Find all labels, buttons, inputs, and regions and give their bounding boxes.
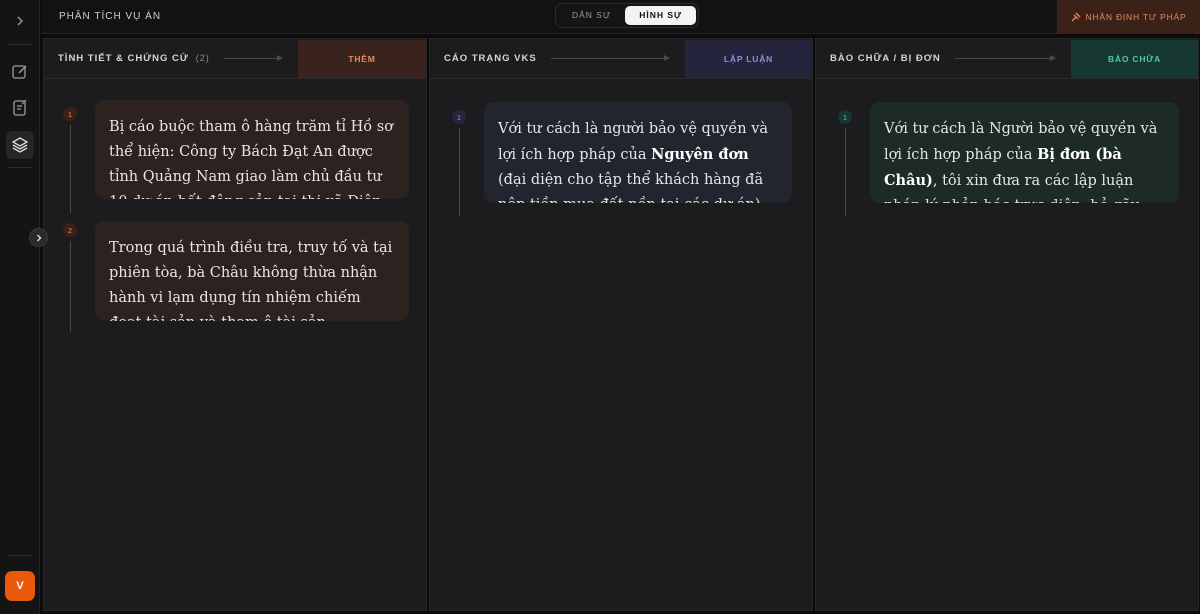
- column-header: BÀO CHỮA / BỊ ĐƠN BÀO CHỮA: [816, 39, 1198, 79]
- argument-text: (đại diện cho tập thể khách hàng đã nộp …: [498, 172, 765, 203]
- timeline-line: [845, 128, 846, 216]
- column-title: BÀO CHỮA / BỊ ĐƠN: [830, 53, 941, 64]
- layers-icon[interactable]: [6, 131, 34, 159]
- case-type-toggle: DÂN SỰ HÌNH SỰ: [555, 3, 700, 28]
- arrow-right-icon: [550, 55, 671, 61]
- column-evidence: TÌNH TIẾT & CHỨNG CỨ (2) THÊM 1 Bị cáo bu…: [43, 38, 427, 611]
- argument-card[interactable]: Với tư cách là người bảo vệ quyền và lợi…: [484, 102, 792, 203]
- defense-card[interactable]: Với tư cách là Người bảo vệ quyền và lợi…: [870, 102, 1179, 203]
- tab-criminal[interactable]: HÌNH SỰ: [625, 6, 697, 25]
- evidence-card[interactable]: Trong quá trình điều tra, truy tố và tại…: [95, 221, 409, 321]
- item-number: 1: [452, 110, 466, 124]
- chevron-right-icon: [36, 234, 41, 241]
- chevron-right-icon[interactable]: [10, 12, 30, 32]
- column-title-text: TÌNH TIẾT & CHỨNG CỨ: [58, 53, 189, 64]
- divider: [8, 44, 32, 45]
- item-number: 2: [63, 223, 77, 237]
- party-name: Nguyên đơn: [651, 146, 749, 163]
- item-count: (2): [195, 53, 210, 63]
- timeline-line: [459, 128, 460, 216]
- add-button[interactable]: THÊM: [298, 39, 426, 78]
- column-defense: BÀO CHỮA / BỊ ĐƠN BÀO CHỮA 1 Với tư cách…: [815, 38, 1199, 611]
- evidence-card[interactable]: Bị cáo buộc tham ô hàng trăm tỉ Hồ sơ th…: [95, 100, 409, 199]
- page-title: PHÂN TÍCH VỤ ÁN: [59, 11, 162, 22]
- column-header: CÁO TRẠNG VKS LẬP LUẬN: [430, 39, 812, 79]
- edit-icon[interactable]: [6, 58, 34, 86]
- divider: [8, 555, 32, 556]
- tab-civil[interactable]: DÂN SỰ: [558, 6, 625, 25]
- arrow-right-icon: [223, 55, 284, 61]
- item-number: 1: [63, 107, 77, 121]
- divider: [8, 167, 32, 168]
- expand-panel-button[interactable]: [29, 228, 48, 247]
- item-number: 1: [838, 110, 852, 124]
- timeline-line: [70, 125, 71, 213]
- judicial-assessment-label: NHẬN ĐỊNH TƯ PHÁP: [1085, 12, 1187, 22]
- column-indictment: CÁO TRẠNG VKS LẬP LUẬN 1 Với tư cách là …: [429, 38, 813, 611]
- column-title: CÁO TRẠNG VKS: [444, 53, 537, 64]
- defend-button[interactable]: BÀO CHỮA: [1071, 39, 1198, 78]
- avatar[interactable]: V: [5, 571, 35, 601]
- judicial-assessment-button[interactable]: NHẬN ĐỊNH TƯ PHÁP: [1057, 0, 1200, 34]
- notes-icon[interactable]: [6, 94, 34, 122]
- arrow-right-icon: [954, 55, 1057, 61]
- argue-button[interactable]: LẬP LUẬN: [685, 39, 812, 78]
- column-header: TÌNH TIẾT & CHỨNG CỨ (2) THÊM: [44, 39, 426, 79]
- left-sidebar: V: [0, 0, 40, 614]
- top-header: PHÂN TÍCH VỤ ÁN DÂN SỰ HÌNH SỰ NHẬN ĐỊNH…: [41, 0, 1200, 34]
- gavel-icon: [1071, 12, 1080, 22]
- column-title: TÌNH TIẾT & CHỨNG CỨ (2): [44, 53, 210, 64]
- timeline-line: [70, 241, 71, 332]
